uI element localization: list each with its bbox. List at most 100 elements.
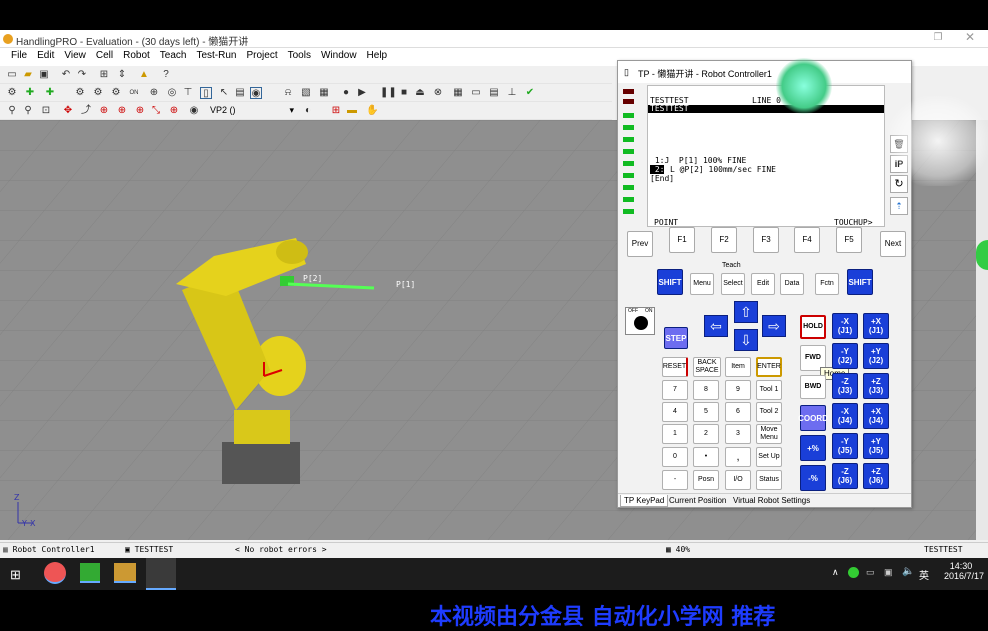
- f5-key[interactable]: F5: [836, 227, 862, 253]
- speed-down-key[interactable]: -%: [800, 465, 826, 491]
- hierarchy-icon[interactable]: ⊞: [98, 69, 110, 81]
- menu-file[interactable]: File: [6, 48, 32, 63]
- fit-icon[interactable]: ⊞: [330, 105, 342, 117]
- jog-minus-y-j5[interactable]: -Y (J5): [832, 433, 858, 459]
- cursor-icon[interactable]: ↖: [218, 87, 230, 99]
- screen-line-1[interactable]: 1:J P[1] 100% FINE: [650, 156, 747, 165]
- reset-key[interactable]: RESET: [662, 357, 688, 377]
- record-icon[interactable]: ●: [340, 87, 352, 99]
- tool1-key[interactable]: Tool 1: [756, 380, 782, 400]
- dot-key[interactable]: •: [693, 447, 719, 467]
- jog-minus-z-j3[interactable]: -Z (J3): [832, 373, 858, 399]
- rotate-icon[interactable]: ⊕: [116, 105, 128, 117]
- prev-key[interactable]: Prev: [627, 231, 653, 257]
- stop-icon[interactable]: ■: [398, 87, 410, 99]
- tray-network-icon[interactable]: ▭: [866, 567, 875, 578]
- hand-icon[interactable]: ✋: [366, 105, 378, 117]
- pause-icon[interactable]: ❚❚: [380, 87, 397, 99]
- taskbar-app-1-icon[interactable]: [44, 562, 66, 584]
- program-icon[interactable]: ▤: [234, 87, 246, 99]
- jog-plus-z-j6[interactable]: +Z (J6): [863, 463, 889, 489]
- tray-green-icon[interactable]: [848, 567, 859, 578]
- help-icon[interactable]: ?: [160, 69, 172, 81]
- windows-start-icon[interactable]: ⊞: [10, 567, 21, 583]
- shift-left-key[interactable]: SHIFT: [657, 269, 683, 295]
- tray-ime[interactable]: 英: [919, 567, 929, 582]
- num-2-key[interactable]: 2: [693, 424, 719, 444]
- screen-line-2[interactable]: L @P[2] 100mm/sec FINE: [670, 165, 776, 174]
- calc-icon[interactable]: ▦: [452, 87, 464, 99]
- status-key[interactable]: Status: [756, 470, 782, 490]
- check-icon[interactable]: ✔: [524, 87, 536, 99]
- menu-edit[interactable]: Edit: [32, 48, 59, 63]
- eject-icon[interactable]: ⏏: [414, 87, 426, 99]
- screen-touchup-softkey[interactable]: TOUCHUP>: [834, 218, 873, 227]
- f3-key[interactable]: F3: [753, 227, 779, 253]
- taskbar-app-2-icon[interactable]: [80, 563, 100, 583]
- menu-tools[interactable]: Tools: [283, 48, 316, 63]
- num-6-key[interactable]: 6: [725, 402, 751, 422]
- tab-virtual-robot-settings[interactable]: Virtual Robot Settings: [730, 495, 813, 506]
- step-key[interactable]: STEP: [664, 327, 688, 349]
- screen-line-2-num[interactable]: 2:: [650, 165, 665, 174]
- num-0-key[interactable]: 0: [662, 447, 688, 467]
- tool-icon[interactable]: ⚙: [92, 87, 104, 99]
- tray-display-icon[interactable]: ▣: [884, 567, 893, 578]
- monitor-icon[interactable]: ▭: [470, 87, 482, 99]
- edit-key[interactable]: Edit: [751, 273, 775, 295]
- f2-key[interactable]: F2: [711, 227, 737, 253]
- view-icon[interactable]: ◉: [250, 87, 262, 99]
- jog-plus-y-j5[interactable]: +Y (J5): [863, 433, 889, 459]
- undo-icon[interactable]: ↶: [60, 69, 72, 81]
- num-1-key[interactable]: 1: [662, 424, 688, 444]
- data-key[interactable]: Data: [780, 273, 804, 295]
- taskbar-app-3-icon[interactable]: [114, 563, 136, 583]
- enable-switch[interactable]: OFF ON: [625, 307, 655, 335]
- path-icon[interactable]: ⤡: [150, 105, 162, 117]
- measure-icon[interactable]: ▬: [346, 105, 358, 117]
- fctn-key[interactable]: Fctn: [815, 273, 839, 295]
- arrow-right-key[interactable]: ⇨: [762, 315, 786, 337]
- tab-tp-keypad[interactable]: TP KeyPad: [620, 495, 669, 507]
- jog-plus-x-j4[interactable]: +X (J4): [863, 403, 889, 429]
- tp-icon[interactable]: ▯: [200, 87, 212, 99]
- jog-plus-z-j3[interactable]: +Z (J3): [863, 373, 889, 399]
- menu-robot[interactable]: Robot: [118, 48, 155, 63]
- item-key[interactable]: Item: [725, 357, 751, 377]
- posn-key[interactable]: Posn: [693, 470, 719, 490]
- move-menu-key[interactable]: Move Menu: [756, 424, 782, 444]
- eye-icon[interactable]: ◉: [188, 105, 200, 117]
- redo-icon[interactable]: ↷: [76, 69, 88, 81]
- num-5-key[interactable]: 5: [693, 402, 719, 422]
- open-icon[interactable]: ▰: [22, 69, 34, 81]
- maximize-icon[interactable]: ❐: [926, 32, 950, 43]
- taskbar-app-4-icon[interactable]: [146, 558, 176, 590]
- close-icon[interactable]: ✕: [958, 30, 982, 44]
- cancel-icon[interactable]: ⊗: [432, 87, 444, 99]
- backspace-key[interactable]: BACK SPACE: [693, 357, 721, 377]
- menu-view[interactable]: View: [59, 48, 91, 63]
- jog-minus-x-j4[interactable]: -X (J4): [832, 403, 858, 429]
- shift-right-key[interactable]: SHIFT: [847, 269, 873, 295]
- screen-point-softkey[interactable]: POINT: [654, 218, 678, 227]
- conveyor-icon[interactable]: ⊥: [506, 87, 518, 99]
- arrow-up-key[interactable]: ⇧: [734, 301, 758, 323]
- camera-icon[interactable]: ◐: [302, 105, 314, 117]
- num-3-key[interactable]: 3: [725, 424, 751, 444]
- comma-key[interactable]: ,: [725, 447, 751, 467]
- num-8-key[interactable]: 8: [693, 380, 719, 400]
- new-icon[interactable]: ▭: [6, 69, 18, 81]
- minus-key[interactable]: -: [662, 470, 688, 490]
- f4-key[interactable]: F4: [794, 227, 820, 253]
- io-key[interactable]: I/O: [725, 470, 751, 490]
- translate-icon[interactable]: ⊕: [98, 105, 110, 117]
- move-icon[interactable]: ✥: [62, 105, 74, 117]
- arrow-left-key[interactable]: ⇦: [704, 315, 728, 337]
- select-key[interactable]: Select: [721, 273, 745, 295]
- frame-icon[interactable]: ⊕: [168, 105, 180, 117]
- coord-key[interactable]: COORD: [798, 405, 828, 431]
- add-point-icon[interactable]: ✚: [24, 87, 36, 99]
- jog-plus-y-j2[interactable]: +Y (J2): [863, 343, 889, 369]
- tool2-key[interactable]: Tool 2: [756, 402, 782, 422]
- bell-icon[interactable]: ⍾: [282, 87, 294, 99]
